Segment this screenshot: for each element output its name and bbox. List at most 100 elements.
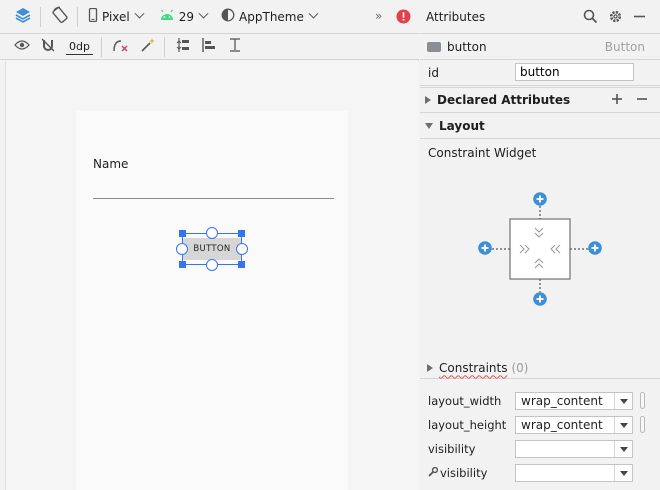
layout-height-label: layout_height	[428, 418, 507, 432]
layout-height-row: layout_height wrap_content	[420, 413, 660, 437]
constraint-widget-title: Constraint Widget	[428, 146, 537, 160]
layout-toolbar: 0dp	[0, 34, 419, 60]
plus-icon[interactable]	[611, 93, 623, 108]
device-selector[interactable]: Pixel	[84, 5, 147, 29]
toolbar-separator	[100, 36, 102, 57]
component-row: button Button	[420, 34, 660, 60]
layout-label: Layout	[439, 118, 485, 133]
autoconnect-button[interactable]	[36, 35, 60, 59]
default-margin-value: 0dp	[66, 39, 93, 55]
wrench-icon	[428, 466, 439, 480]
component-name: button	[447, 39, 487, 54]
constraints-label: Constraints	[439, 360, 508, 375]
magic-wand-icon	[140, 37, 156, 56]
toolbar-separator	[163, 36, 165, 57]
anchor-top[interactable]	[206, 227, 218, 239]
add-left-constraint-icon[interactable]	[478, 241, 492, 258]
default-margin-button[interactable]: 0dp	[62, 35, 97, 59]
minus-icon[interactable]	[636, 93, 648, 108]
view-options-button[interactable]	[10, 35, 34, 59]
constraints-row[interactable]: Constraints (0)	[420, 357, 660, 379]
selected-button-widget[interactable]: BUTTON	[176, 227, 248, 271]
toolbar-separator	[77, 6, 78, 27]
chevron-down-icon	[198, 8, 209, 19]
visibility-label: visibility	[428, 442, 476, 456]
error-icon[interactable]	[396, 9, 411, 27]
dropdown-arrow-icon[interactable]	[614, 393, 632, 409]
rotate-device-icon	[51, 6, 69, 27]
resize-handle-bottom-right[interactable]	[238, 261, 245, 268]
add-top-constraint-icon[interactable]	[533, 192, 547, 209]
resource-picker-button[interactable]	[640, 416, 645, 433]
dropdown-arrow-icon[interactable]	[614, 465, 632, 481]
theme-selector[interactable]: AppTheme	[217, 5, 321, 29]
tools-visibility-dropdown[interactable]	[515, 464, 633, 482]
attributes-panel: Attributes button Button id Declared Att…	[420, 0, 660, 490]
phone-icon	[88, 7, 98, 25]
minimize-icon[interactable]	[633, 10, 646, 26]
toolbar-separator	[40, 6, 41, 27]
name-edittext-underline[interactable]	[93, 198, 334, 199]
api-level-label: 29	[178, 9, 195, 24]
tools-visibility-label: visibility	[440, 466, 488, 480]
chevron-down-icon	[134, 8, 145, 19]
visibility-row: visibility	[420, 437, 660, 461]
pack-button[interactable]	[171, 35, 195, 59]
attributes-title: Attributes	[426, 9, 486, 24]
declared-attributes-label: Declared Attributes	[437, 93, 571, 107]
resource-picker-button[interactable]	[640, 392, 645, 409]
layout-width-row: layout_width wrap_content	[420, 389, 660, 413]
layout-width-dropdown[interactable]: wrap_content	[515, 392, 633, 410]
add-right-constraint-icon[interactable]	[588, 241, 602, 258]
id-label: id	[428, 65, 439, 80]
magnet-off-icon	[40, 37, 56, 56]
pack-icon	[175, 37, 191, 56]
overflow-button[interactable]: »	[375, 9, 382, 23]
gear-icon[interactable]	[608, 9, 623, 27]
anchor-bottom[interactable]	[206, 259, 218, 271]
infer-constraints-button[interactable]	[136, 35, 160, 59]
add-bottom-constraint-icon[interactable]	[533, 292, 547, 309]
id-row: id	[420, 60, 660, 86]
layout-height-dropdown[interactable]: wrap_content	[515, 416, 633, 434]
layers-icon	[14, 6, 32, 27]
layout-width-value: wrap_content	[521, 394, 603, 408]
layout-section[interactable]: Layout	[420, 113, 660, 139]
clear-constraints-button[interactable]	[108, 35, 134, 59]
orientation-button[interactable]	[47, 5, 73, 29]
align-button[interactable]	[197, 35, 221, 59]
declared-attributes-section[interactable]: Declared Attributes	[420, 87, 660, 113]
design-surface-button[interactable]	[10, 5, 36, 29]
layout-editor: Pixel 29 AppTheme » 0dp Name BUTTON	[0, 0, 419, 490]
anchor-right[interactable]	[236, 243, 248, 255]
theme-label: AppTheme	[239, 9, 304, 24]
resize-handle-top-left[interactable]	[179, 230, 186, 237]
clear-constraints-icon	[112, 37, 130, 56]
button-component-icon	[427, 41, 441, 52]
expand-arrow-icon[interactable]	[427, 363, 433, 372]
dropdown-arrow-icon[interactable]	[614, 417, 632, 433]
layout-width-label: layout_width	[428, 394, 502, 408]
anchor-left[interactable]	[176, 243, 188, 255]
attributes-header: Attributes	[420, 0, 660, 34]
search-icon[interactable]	[583, 9, 598, 27]
dropdown-arrow-icon[interactable]	[614, 441, 632, 457]
collapse-arrow-icon[interactable]	[425, 122, 433, 129]
visibility-dropdown[interactable]	[515, 440, 633, 458]
eye-icon	[14, 39, 30, 54]
api-level-selector[interactable]: 29	[155, 5, 211, 29]
android-icon	[159, 9, 175, 24]
name-textview[interactable]: Name	[93, 157, 128, 171]
editor-toolbar: Pixel 29 AppTheme »	[0, 0, 419, 34]
expand-arrow-icon[interactable]	[425, 96, 431, 104]
guideline-icon	[227, 37, 243, 56]
constraints-count: (0)	[511, 360, 529, 375]
guidelines-button[interactable]	[223, 35, 247, 59]
resize-handle-bottom-left[interactable]	[179, 261, 186, 268]
tools-visibility-label-group: visibility	[428, 466, 487, 480]
id-input[interactable]	[515, 63, 634, 81]
resize-handle-top-right[interactable]	[238, 230, 245, 237]
chevron-down-icon	[308, 8, 319, 19]
layout-height-value: wrap_content	[521, 418, 603, 432]
constraint-widget	[478, 190, 602, 310]
